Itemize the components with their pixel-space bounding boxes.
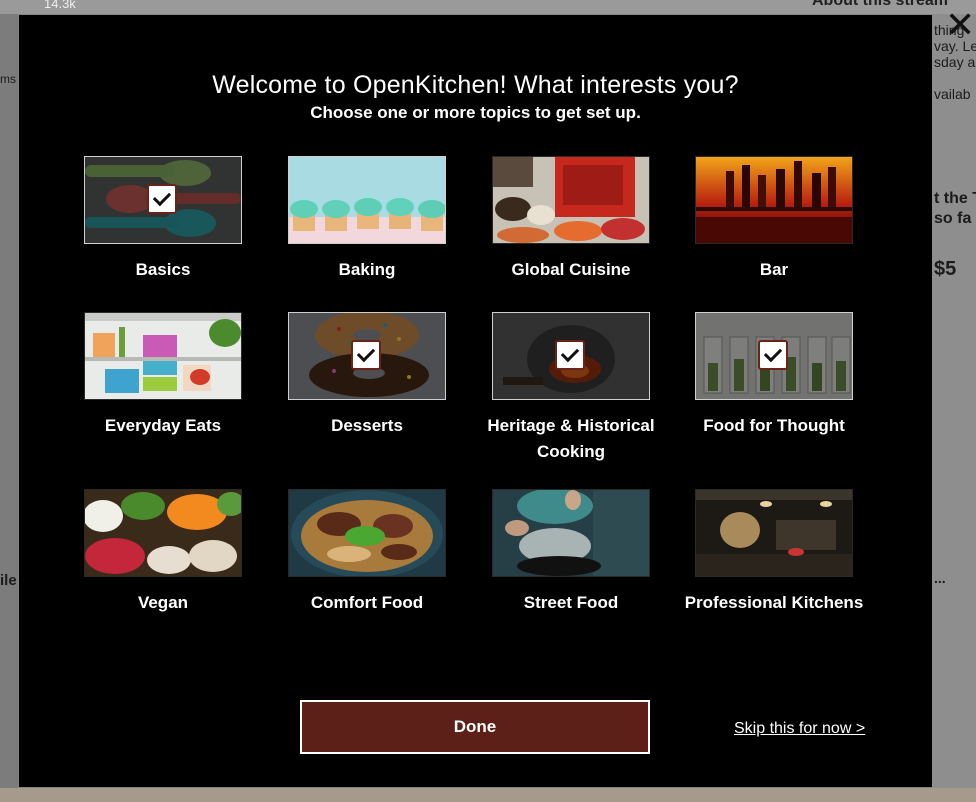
done-button[interactable]: Done xyxy=(300,700,650,754)
background-text: t the T xyxy=(934,190,976,207)
topic-label: Baking xyxy=(338,260,396,279)
topic-bar[interactable]: Bar xyxy=(674,156,874,283)
topic-food-for-thought[interactable]: Food for Thought xyxy=(674,312,874,439)
checkbox-checked-icon xyxy=(758,340,788,370)
onboarding-modal: Welcome to OpenKitchen! What interests y… xyxy=(19,15,932,787)
topic-comfort-food[interactable]: Comfort Food xyxy=(267,489,467,616)
topic-thumbnail xyxy=(492,156,650,244)
topic-thumbnail xyxy=(695,489,853,577)
background-text: ... xyxy=(934,570,946,586)
background-text: sday a xyxy=(934,54,976,70)
modal-subtitle: Choose one or more topics to get set up. xyxy=(310,103,641,122)
topic-vegan[interactable]: Vegan xyxy=(63,489,263,616)
topic-label: Everyday Eats xyxy=(104,416,222,435)
background-bottom-strip xyxy=(0,788,976,802)
topic-label: Bar xyxy=(759,260,789,279)
topic-basics[interactable]: Basics xyxy=(63,156,263,283)
topic-label: Street Food xyxy=(523,593,619,612)
topic-desserts[interactable]: Desserts xyxy=(267,312,467,439)
topic-thumbnail xyxy=(288,489,446,577)
topic-professional-kitchens[interactable]: Professional Kitchens xyxy=(674,489,874,616)
background-text: vailab xyxy=(934,86,971,102)
skip-link[interactable]: Skip this for now > xyxy=(734,720,865,738)
topic-label: Comfort Food xyxy=(310,593,424,612)
background-view-count: 14.3k xyxy=(44,0,76,11)
background-text: so fa xyxy=(934,210,972,227)
topic-baking[interactable]: Baking xyxy=(267,156,467,283)
topic-label: Global Cuisine xyxy=(511,260,631,279)
topic-thumbnail xyxy=(84,489,242,577)
topic-global-cuisine[interactable]: Global Cuisine xyxy=(471,156,671,283)
topic-street-food[interactable]: Street Food xyxy=(471,489,671,616)
topic-thumbnail xyxy=(84,156,242,244)
topic-thumbnail xyxy=(492,312,650,400)
topic-label: Professional Kitchens xyxy=(684,593,864,612)
topic-thumbnail xyxy=(492,489,650,577)
topic-label: Heritage & Historical Cooking xyxy=(487,416,655,461)
topic-thumbnail xyxy=(84,312,242,400)
close-icon[interactable]: ✕ xyxy=(945,6,976,50)
topic-thumbnail xyxy=(288,312,446,400)
topic-label: Basics xyxy=(135,260,191,279)
topic-heritage-historical-cooking[interactable]: Heritage & Historical Cooking xyxy=(471,312,671,465)
modal-title: Welcome to OpenKitchen! What interests y… xyxy=(212,71,739,99)
topic-label: Food for Thought xyxy=(703,416,845,435)
background-text: ms xyxy=(0,72,16,86)
checkbox-checked-icon xyxy=(147,184,177,214)
topic-thumbnail xyxy=(695,312,853,400)
checkbox-checked-icon xyxy=(555,340,585,370)
topic-thumbnail xyxy=(288,156,446,244)
background-price: $5 xyxy=(934,258,957,280)
background-heading: About this stream xyxy=(812,0,949,9)
background-text: ile xyxy=(0,572,17,589)
topic-label: Vegan xyxy=(137,593,189,612)
background-right-column xyxy=(932,0,976,802)
topic-thumbnail xyxy=(695,156,853,244)
checkbox-checked-icon xyxy=(351,340,381,370)
topic-everyday-eats[interactable]: Everyday Eats xyxy=(63,312,263,439)
topic-label: Desserts xyxy=(331,416,403,435)
background-left-column xyxy=(0,0,18,802)
